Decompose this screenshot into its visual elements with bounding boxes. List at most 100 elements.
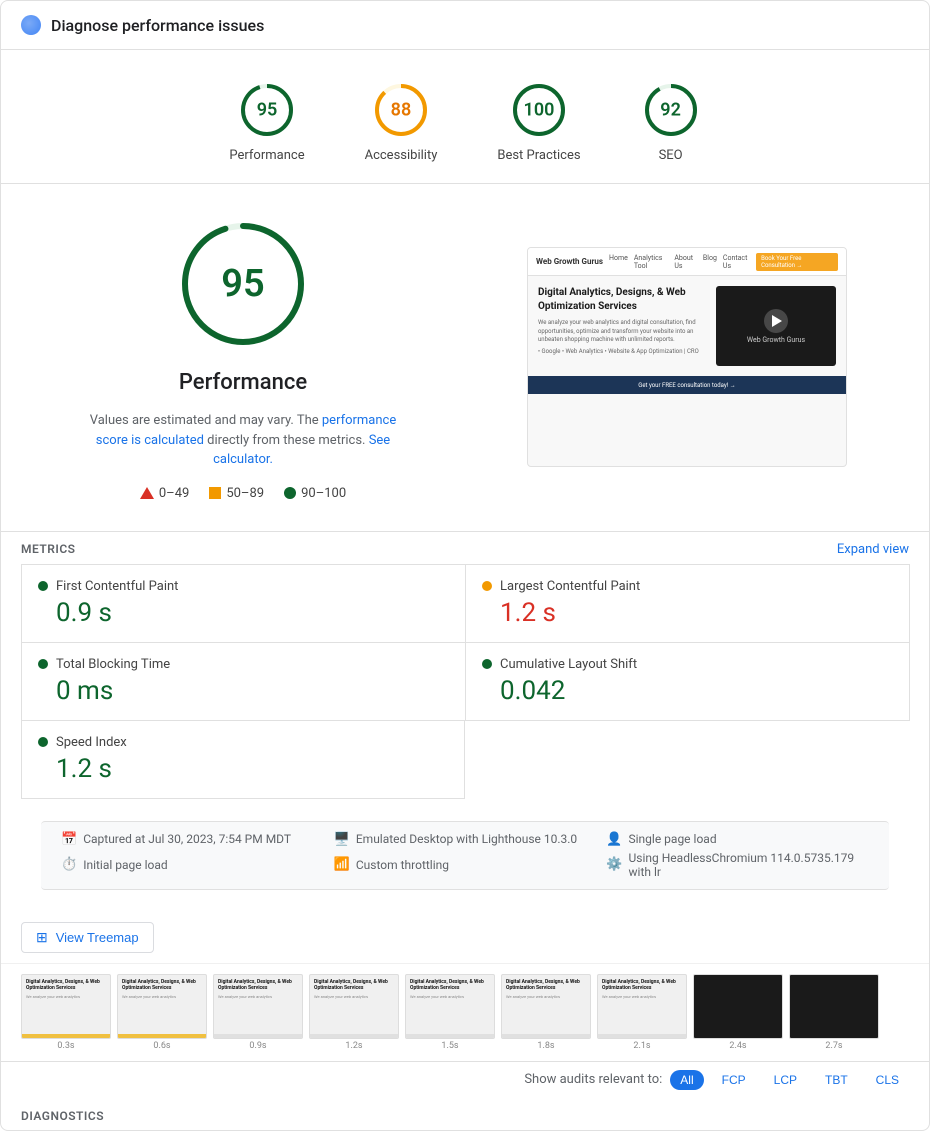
metrics-label: METRICS bbox=[21, 542, 76, 556]
lcp-status-dot bbox=[482, 581, 492, 591]
screenshot-heading: Digital Analytics, Designs, & Web Optimi… bbox=[538, 286, 708, 314]
scores-row: 95 Performance 88 Accessibility 100 bbox=[1, 50, 929, 184]
score-seo: 92 SEO bbox=[641, 80, 701, 163]
metrics-header: METRICS Expand view bbox=[1, 532, 929, 565]
thumb-body-1: We analyze your web analytics bbox=[122, 994, 202, 999]
score-value-performance: 95 bbox=[257, 100, 278, 121]
nav-about: About Us bbox=[674, 254, 697, 270]
filter-lcp-button[interactable]: LCP bbox=[764, 1070, 807, 1090]
filmstrip-time-6: 2.1s bbox=[633, 1041, 650, 1051]
audit-filter-row: Show audits relevant to: All FCP LCP TBT… bbox=[1, 1061, 929, 1098]
play-triangle-icon bbox=[772, 315, 782, 327]
treemap-icon: ⊞ bbox=[36, 929, 48, 946]
thumb-heading-2: Digital Analytics, Designs, & Web Optimi… bbox=[218, 979, 298, 992]
thumb-bar-4 bbox=[406, 1034, 494, 1038]
screenshot-content: Digital Analytics, Designs, & Web Optimi… bbox=[528, 276, 846, 376]
big-score-value: 95 bbox=[221, 262, 264, 306]
perf-score-link[interactable]: performance score is calculated bbox=[96, 413, 396, 448]
legend-green-label: 90–100 bbox=[301, 486, 346, 501]
circle-green-icon bbox=[284, 487, 296, 499]
fcp-value: 0.9 s bbox=[38, 598, 449, 628]
fcp-status-dot bbox=[38, 581, 48, 591]
speed-index-dot bbox=[38, 737, 48, 747]
screenshot-nav: Home Analytics Tool About Us Blog Contac… bbox=[609, 254, 750, 270]
filmstrip-time-4: 1.5s bbox=[441, 1041, 458, 1051]
tbt-label: Total Blocking Time bbox=[56, 657, 170, 672]
performance-section: 95 Performance Values are estimated and … bbox=[1, 184, 929, 532]
nav-blog: Blog bbox=[703, 254, 717, 270]
info-bar: 📅 Captured at Jul 30, 2023, 7:54 PM MDT … bbox=[41, 821, 889, 890]
info-chromium-text: Using HeadlessChromium 114.0.5735.179 wi… bbox=[629, 851, 869, 879]
score-label-seo: SEO bbox=[659, 148, 683, 163]
filter-fcp-button[interactable]: FCP bbox=[712, 1070, 756, 1090]
info-single-page-text: Single page load bbox=[629, 832, 717, 846]
page-wrapper: Diagnose performance issues 95 Performan… bbox=[0, 0, 930, 1131]
score-performance: 95 Performance bbox=[229, 80, 304, 163]
metric-tbt: Total Blocking Time 0 ms bbox=[21, 642, 466, 721]
play-button bbox=[764, 309, 788, 333]
metric-fcp: First Contentful Paint 0.9 s bbox=[21, 564, 466, 643]
metric-fcp-name-row: First Contentful Paint bbox=[38, 579, 449, 594]
header: Diagnose performance issues bbox=[1, 1, 929, 50]
performance-left: 95 Performance Values are estimated and … bbox=[41, 214, 445, 501]
expand-view-link[interactable]: Expand view bbox=[837, 542, 909, 557]
lighthouse-icon bbox=[21, 15, 41, 35]
lcp-label: Largest Contentful Paint bbox=[500, 579, 640, 594]
calculator-link[interactable]: See calculator. bbox=[213, 433, 390, 468]
calendar-icon: 📅 bbox=[61, 832, 77, 847]
metric-cls: Cumulative Layout Shift 0.042 bbox=[465, 642, 910, 721]
thumb-heading-4: Digital Analytics, Designs, & Web Optimi… bbox=[410, 979, 490, 992]
info-chromium: ⚙️ Using HeadlessChromium 114.0.5735.179… bbox=[606, 851, 869, 879]
thumb-heading-5: Digital Analytics, Designs, & Web Optimi… bbox=[506, 979, 586, 992]
diagnostics-label: DIAGNOSTICS bbox=[21, 1109, 104, 1123]
screenshot-services: • Google • Web Analytics • Website & App… bbox=[538, 348, 708, 356]
info-captured-text: Captured at Jul 30, 2023, 7:54 PM MDT bbox=[83, 832, 291, 846]
filmstrip-frame-4: Digital Analytics, Designs, & Web Optimi… bbox=[405, 974, 495, 1051]
info-initial-load: ⏱️ Initial page load bbox=[61, 851, 324, 879]
info-bar-wrapper: 📅 Captured at Jul 30, 2023, 7:54 PM MDT … bbox=[1, 799, 929, 912]
filmstrip-frame-8: 2.7s bbox=[789, 974, 879, 1051]
filmstrip-time-5: 1.8s bbox=[537, 1041, 554, 1051]
filmstrip-time-1: 0.6s bbox=[153, 1041, 170, 1051]
score-label-performance: Performance bbox=[229, 148, 304, 163]
fcp-label: First Contentful Paint bbox=[56, 579, 178, 594]
info-throttling-text: Custom throttling bbox=[356, 858, 449, 872]
page-title: Diagnose performance issues bbox=[51, 16, 264, 35]
filmstrip-frame-2: Digital Analytics, Designs, & Web Optimi… bbox=[213, 974, 303, 1051]
filmstrip-frame-3: Digital Analytics, Designs, & Web Optimi… bbox=[309, 974, 399, 1051]
banner-text: Get your FREE consultation today! → bbox=[638, 382, 736, 389]
filmstrip-thumb-1: Digital Analytics, Designs, & Web Optimi… bbox=[117, 974, 207, 1039]
info-emulated: 🖥️ Emulated Desktop with Lighthouse 10.3… bbox=[334, 832, 597, 847]
filmstrip-row: Digital Analytics, Designs, & Web Optimi… bbox=[1, 963, 929, 1061]
filter-all-button[interactable]: All bbox=[670, 1070, 703, 1090]
treemap-label: View Treemap bbox=[56, 930, 139, 945]
performance-title: Performance bbox=[179, 370, 307, 395]
user-icon: 👤 bbox=[606, 832, 622, 847]
metric-lcp-name-row: Largest Contentful Paint bbox=[482, 579, 893, 594]
filter-cls-button[interactable]: CLS bbox=[866, 1070, 909, 1090]
thumb-heading-6: Digital Analytics, Designs, & Web Optimi… bbox=[602, 979, 682, 992]
timer-icon: ⏱️ bbox=[61, 857, 77, 872]
speed-index-label: Speed Index bbox=[56, 735, 127, 750]
filmstrip-frame-0: Digital Analytics, Designs, & Web Optimi… bbox=[21, 974, 111, 1051]
website-screenshot: Web Growth Gurus Home Analytics Tool Abo… bbox=[527, 247, 847, 467]
screenshot-text-col: Digital Analytics, Designs, & Web Optimi… bbox=[538, 286, 708, 366]
screenshot-logo: Web Growth Gurus bbox=[536, 257, 603, 266]
cls-label: Cumulative Layout Shift bbox=[500, 657, 637, 672]
filmstrip-frame-1: Digital Analytics, Designs, & Web Optimi… bbox=[117, 974, 207, 1051]
big-score-circle: 95 bbox=[173, 214, 313, 354]
screenshot-video: Web Growth Gurus bbox=[716, 286, 836, 366]
wifi-icon: 📶 bbox=[334, 857, 350, 872]
tbt-value: 0 ms bbox=[38, 676, 449, 706]
filmstrip-thumb-5: Digital Analytics, Designs, & Web Optimi… bbox=[501, 974, 591, 1039]
filmstrip-thumb-0: Digital Analytics, Designs, & Web Optimi… bbox=[21, 974, 111, 1039]
thumb-body-6: We analyze your web analytics bbox=[602, 994, 682, 999]
filter-tbt-button[interactable]: TBT bbox=[815, 1070, 858, 1090]
view-treemap-button[interactable]: ⊞ View Treemap bbox=[21, 922, 154, 953]
speed-index-wrap: Speed Index 1.2 s bbox=[1, 721, 929, 799]
score-label-best-practices: Best Practices bbox=[497, 148, 580, 163]
gear-icon: ⚙️ bbox=[606, 857, 622, 872]
filmstrip-frame-7: 2.4s bbox=[693, 974, 783, 1051]
cls-value: 0.042 bbox=[482, 676, 893, 706]
info-throttling: 📶 Custom throttling bbox=[334, 851, 597, 879]
